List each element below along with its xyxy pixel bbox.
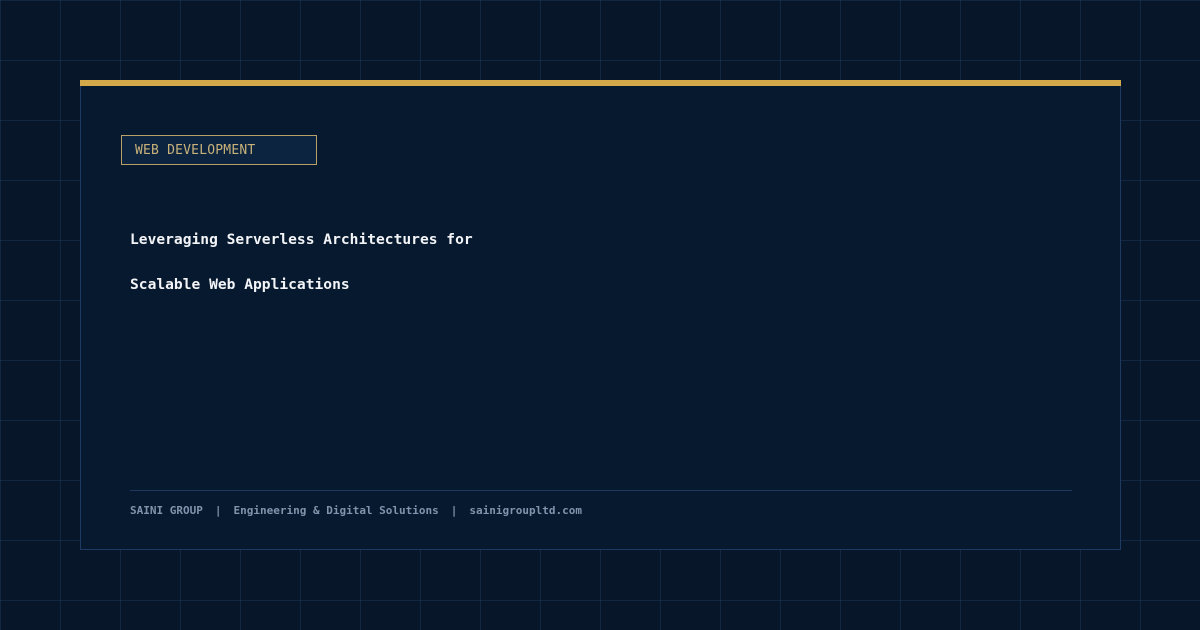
- category-badge-label: WEB DEVELOPMENT: [135, 142, 256, 158]
- article-card: WEB DEVELOPMENT Leveraging Serverless Ar…: [80, 80, 1121, 550]
- category-badge: WEB DEVELOPMENT: [121, 135, 317, 165]
- accent-top-bar: [80, 80, 1121, 86]
- article-title-line-1: Leveraging Serverless Architectures for: [130, 231, 473, 248]
- article-title-line-2: Scalable Web Applications: [130, 276, 350, 293]
- footer-separator-1: |: [214, 504, 222, 517]
- footer-company: SAINI GROUP: [130, 504, 203, 517]
- footer-separator-2: |: [450, 504, 458, 517]
- article-title: Leveraging Serverless Architectures for …: [130, 217, 473, 307]
- footer: SAINI GROUP | Engineering & Digital Solu…: [130, 504, 582, 517]
- footer-divider: [130, 490, 1072, 491]
- footer-tagline: Engineering & Digital Solutions: [233, 504, 439, 517]
- footer-website: sainigroupltd.com: [469, 504, 583, 517]
